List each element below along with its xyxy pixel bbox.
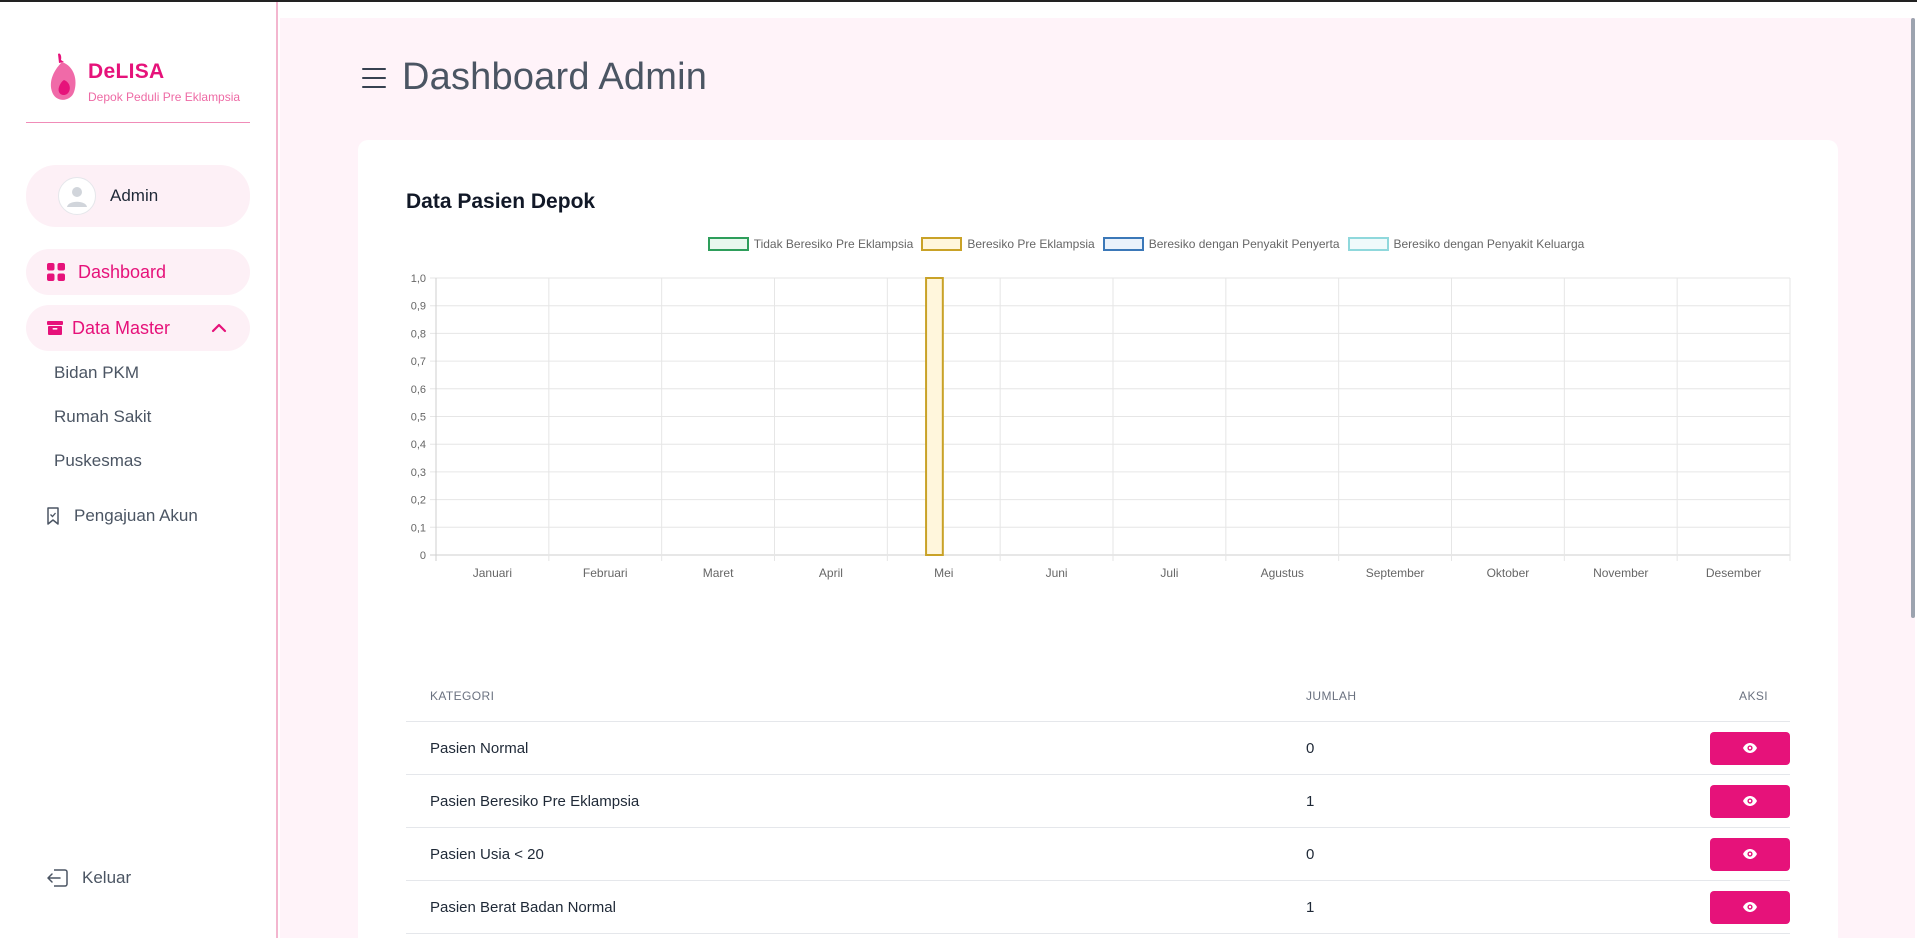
sidebar-item-dashboard[interactable]: Dashboard [26,249,250,295]
row-jumlah: 1 [1306,792,1315,810]
view-button[interactable] [1710,731,1790,765]
page-title: Dashboard Admin [402,56,708,98]
row-kategori: Pasien Beresiko Pre Eklampsia [430,792,640,810]
row-aksi [1686,784,1790,818]
y-tick-label: 0,3 [411,467,426,479]
delisa-logo-icon [50,53,76,100]
row-kategori: Pasien Normal [430,739,529,757]
header-aksi: AKSI [1739,688,1768,703]
y-tick-label: 0,9 [411,301,426,313]
patient-bar-chart: 0 0,1 0,2 0,3 0,4 0,5 0,6 0,7 0,8 0,9 1,0 Januari Fe… [411,273,1791,580]
x-tick-label: November [1593,566,1648,580]
y-tick-label: 0,7 [411,356,426,368]
y-tick-label: 0,2 [411,495,426,507]
x-tick-label: Oktober [1487,566,1530,580]
main-content: Dashboard Admin Data Pasien Depok Tidak … [280,18,1915,938]
table-header: KATEGORI JUMLAH AKSI [406,670,1790,722]
view-button[interactable] [1710,784,1790,818]
x-tick-label: Juli [1160,566,1178,580]
x-tick-label: Juni [1046,566,1068,580]
view-button[interactable] [1710,837,1790,871]
y-tick-label: 0,1 [411,522,426,534]
x-tick-label: Agustus [1261,566,1304,580]
table-body: Pasien Normal 0 Pasien Beresiko Pre Eklamp… [406,722,1790,934]
x-tick-label: Januari [473,566,512,580]
x-tick-label: April [819,566,843,580]
row-aksi [1686,837,1790,871]
eye-icon [1743,902,1757,912]
table-row: Pasien Berat Badan Normal 1 [406,881,1790,934]
view-button[interactable] [1710,890,1790,924]
y-tick-label: 0,6 [411,384,426,396]
logout-icon [47,869,68,887]
sidebar-subitem-rumah-sakit[interactable]: Rumah Sakit [54,407,151,427]
sidebar-item-label: Data Master [72,317,171,338]
brand-name: DeLISA [88,60,165,83]
x-tick-label: Mei [934,566,953,580]
chevron-up-icon[interactable] [210,319,228,337]
row-aksi [1686,731,1790,765]
sidebar-subitem-bidan-pkm[interactable]: Bidan PKM [54,363,139,383]
scrollbar[interactable] [1911,18,1915,618]
x-tick-label: Desember [1706,566,1761,580]
x-tick-label: September [1366,566,1425,580]
eye-icon [1743,743,1757,753]
row-jumlah: 0 [1306,739,1315,757]
user-avatar-icon [67,187,87,207]
avatar [58,177,96,215]
y-tick-label: 0,5 [411,412,426,424]
x-tick-label: Februari [583,566,628,580]
y-tick-label: 0,8 [411,328,426,340]
hamburger-menu-icon[interactable] [362,68,386,88]
table-row: Pasien Usia < 20 0 [406,828,1790,881]
bar-beresiko-pre-eklampsia-mei [925,277,944,556]
user-name: Admin [110,186,159,205]
user-card[interactable]: Admin [26,165,250,227]
header-jumlah: JUMLAH [1306,688,1357,703]
sidebar-item-label: Pengajuan Akun [74,506,198,525]
sidebar-item-pengajuan-akun[interactable]: Pengajuan Akun [46,506,198,526]
archive-icon [47,321,63,335]
y-tick-label: 0 [420,550,426,562]
sidebar-subitem-puskesmas[interactable]: Puskesmas [54,451,142,471]
table-row: Pasien Beresiko Pre Eklampsia 1 [406,775,1790,828]
eye-icon [1743,796,1757,806]
bookmark-icon [47,507,59,525]
x-tick-label: Maret [703,566,734,580]
category-table: KATEGORI JUMLAH AKSI Pasien Normal 0 Pasie… [406,670,1790,934]
brand-tagline: Depok Peduli Pre Eklampsia [88,90,241,104]
row-jumlah: 1 [1306,898,1315,916]
brand-divider [26,122,250,123]
row-aksi [1686,890,1790,924]
table-row: Pasien Normal 0 [406,722,1790,775]
y-tick-label: 0,4 [411,439,426,451]
row-kategori: Pasien Berat Badan Normal [430,898,616,916]
brand[interactable]: DeLISA Depok Peduli Pre Eklampsia [48,50,240,104]
y-tick-label: 1,0 [411,273,426,285]
sidebar-item-data-master[interactable]: Data Master [26,305,250,351]
row-jumlah: 0 [1306,845,1315,863]
header-kategori: KATEGORI [430,688,495,703]
logout-button[interactable]: Keluar [46,868,131,888]
row-kategori: Pasien Usia < 20 [430,845,544,863]
patient-data-card: Data Pasien Depok Tidak Beresiko Pre Ekl… [358,140,1838,938]
sidebar: DeLISA Depok Peduli Pre Eklampsia Admin … [0,2,278,938]
sidebar-item-label: Dashboard [78,261,167,282]
eye-icon [1743,849,1757,859]
grid-icon [47,263,65,281]
logout-label: Keluar [82,868,132,887]
